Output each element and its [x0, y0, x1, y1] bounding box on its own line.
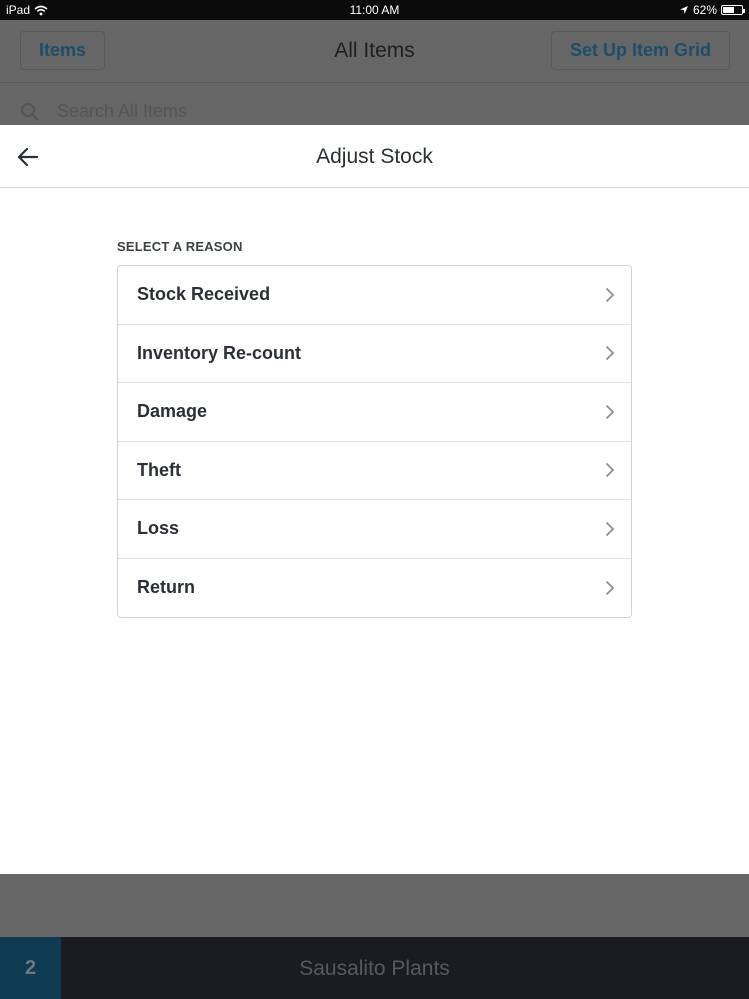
- search-placeholder: Search All Items: [57, 101, 188, 121]
- reason-label: Loss: [137, 518, 180, 539]
- set-up-item-grid-button[interactable]: Set Up Item Grid: [551, 31, 730, 70]
- status-time: 11:00 AM: [349, 3, 400, 17]
- reason-label: Theft: [137, 459, 181, 480]
- reason-row-stock-received[interactable]: Stock Received: [118, 266, 631, 325]
- reason-label: Stock Received: [137, 284, 271, 305]
- chevron-right-icon: [605, 287, 615, 302]
- search-icon: [21, 103, 39, 121]
- reason-row-loss[interactable]: Loss: [118, 500, 631, 559]
- reason-list: Stock Received Inventory Re-count Damage…: [117, 265, 632, 618]
- battery-icon: [721, 5, 745, 15]
- location-title: Sausalito Plants: [299, 957, 450, 980]
- background-search[interactable]: Search All Items: [0, 84, 749, 125]
- status-right: 62%: [679, 3, 745, 17]
- bottom-bar: 2 Sausalito Plants: [0, 937, 749, 999]
- chevron-right-icon: [605, 346, 615, 361]
- battery-percent: 62%: [692, 3, 717, 17]
- modal-header: Adjust Stock: [0, 125, 749, 188]
- battery-fill: [723, 7, 735, 13]
- reason-row-inventory-recount[interactable]: Inventory Re-count: [118, 325, 631, 383]
- chevron-right-icon: [605, 521, 615, 536]
- adjust-stock-modal: Adjust Stock SELECT A REASON Stock Recei…: [0, 125, 749, 874]
- modal-title: Adjust Stock: [316, 145, 433, 168]
- background-header: Items All Items Set Up Item Grid: [0, 20, 749, 83]
- chevron-right-icon: [605, 463, 615, 478]
- reason-label: Damage: [137, 401, 208, 422]
- reason-label: Inventory Re-count: [137, 342, 302, 363]
- chevron-right-icon: [605, 404, 615, 419]
- reason-row-damage[interactable]: Damage: [118, 383, 631, 442]
- chevron-right-icon: [605, 580, 615, 595]
- reason-label: Return: [137, 577, 195, 598]
- reason-row-return[interactable]: Return: [118, 559, 631, 618]
- section-label: SELECT A REASON: [117, 239, 243, 254]
- location-arrow-icon: [679, 6, 688, 14]
- status-bar: iPad 11:00 AM 62%: [0, 0, 749, 20]
- reason-row-theft[interactable]: Theft: [118, 442, 631, 500]
